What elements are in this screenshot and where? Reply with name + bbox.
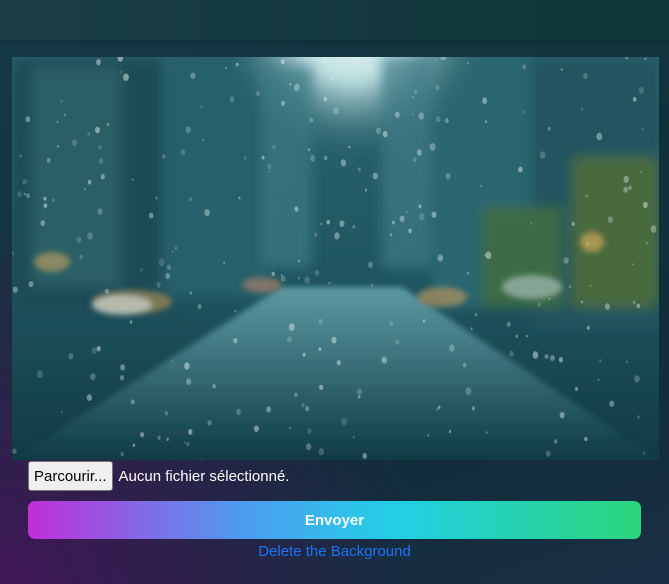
top-bar: [0, 0, 669, 40]
rainy-street-image: [12, 57, 659, 460]
file-input-row: Parcourir... Aucun fichier sélectionné.: [28, 461, 289, 491]
browse-button[interactable]: Parcourir...: [28, 461, 113, 491]
submit-button[interactable]: Envoyer: [28, 501, 641, 539]
delete-background-link[interactable]: Delete the Background: [0, 543, 669, 560]
file-status-text: Aucun fichier sélectionné.: [118, 467, 290, 485]
